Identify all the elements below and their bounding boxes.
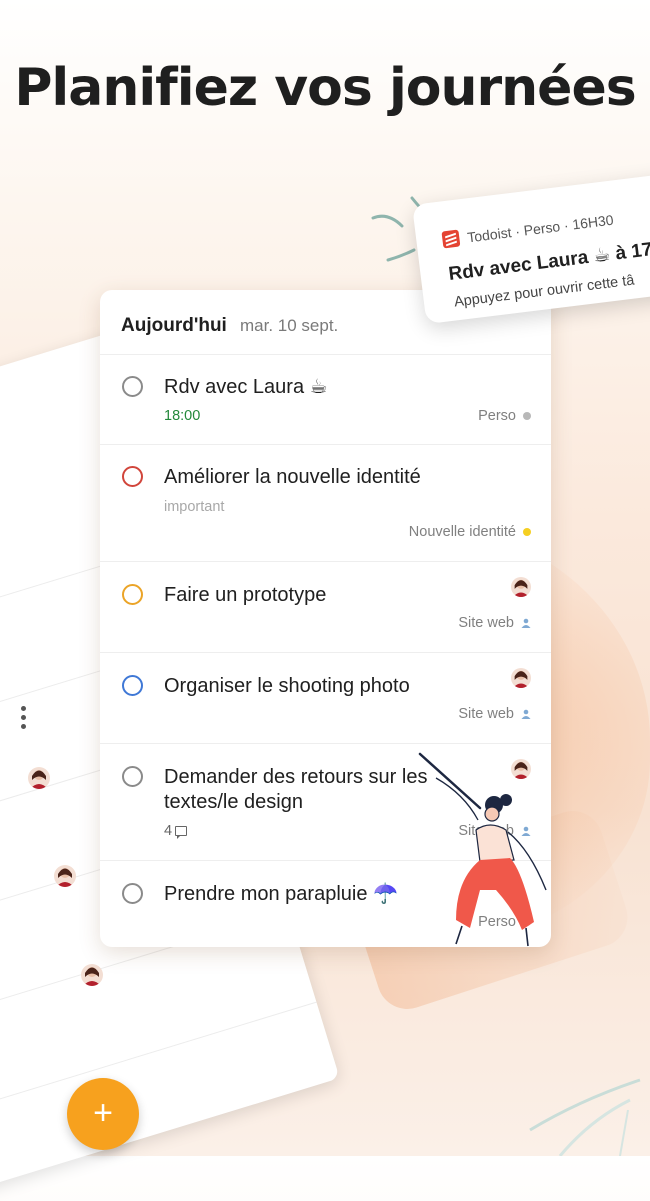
more-vertical-icon[interactable] bbox=[18, 706, 28, 732]
comment-icon bbox=[175, 826, 188, 839]
assignee-avatar bbox=[511, 577, 531, 597]
task-project: Site web bbox=[458, 706, 531, 722]
task-label: important bbox=[164, 499, 225, 515]
project-dot-icon bbox=[523, 412, 531, 420]
view-title: Aujourd'hui bbox=[121, 315, 227, 336]
task-title-continued: textes/le design bbox=[164, 791, 303, 813]
project-name: Perso bbox=[478, 408, 516, 424]
task-row[interactable]: Rdv avec Laura ☕ 18:00 Perso bbox=[100, 355, 551, 445]
task-title: Demander des retours sur les bbox=[164, 766, 428, 788]
task-title: Organiser le shooting photo bbox=[164, 675, 410, 697]
task-row[interactable]: Faire un prototype Site web bbox=[100, 562, 551, 653]
leaf-decoration bbox=[529, 1078, 641, 1156]
person-icon bbox=[521, 709, 531, 719]
task-row[interactable]: Organiser le shooting photo Site web bbox=[100, 653, 551, 744]
task-comments: 4 bbox=[164, 823, 188, 839]
project-name: Site web bbox=[458, 615, 514, 631]
task-title: Prendre mon parapluie ☂️ bbox=[164, 883, 398, 905]
add-task-button[interactable]: + bbox=[67, 1078, 139, 1150]
task-checkbox[interactable] bbox=[122, 584, 143, 605]
task-checkbox[interactable] bbox=[122, 883, 143, 904]
page-headline: Planifiez vos journées bbox=[14, 58, 636, 118]
task-project: Perso bbox=[478, 408, 531, 424]
project-dot-icon bbox=[523, 528, 531, 536]
assignee-avatar bbox=[511, 668, 531, 688]
task-project: Site web bbox=[458, 615, 531, 631]
project-name: Site web bbox=[458, 706, 514, 722]
woman-illustration bbox=[418, 752, 547, 947]
person-icon bbox=[521, 618, 531, 628]
task-title: Faire un prototype bbox=[164, 584, 327, 606]
task-project: Nouvelle identité bbox=[409, 524, 531, 540]
avatar bbox=[54, 865, 76, 887]
avatar bbox=[81, 964, 103, 986]
task-row[interactable]: Améliorer la nouvelle identité important… bbox=[100, 445, 551, 562]
task-due-time: 18:00 bbox=[164, 408, 201, 424]
view-date: mar. 10 sept. bbox=[240, 316, 339, 335]
task-checkbox[interactable] bbox=[122, 466, 143, 487]
todoist-logo-icon bbox=[441, 229, 461, 249]
task-title: Améliorer la nouvelle identité bbox=[164, 466, 421, 488]
avatar bbox=[28, 767, 50, 789]
comment-count: 4 bbox=[164, 823, 173, 839]
notification-app-name: Todoist · Perso · 16H30 bbox=[466, 211, 615, 245]
notification-app-row: Todoist · Perso · 16H30 bbox=[441, 211, 614, 249]
task-title: Rdv avec Laura ☕ bbox=[164, 376, 328, 398]
task-checkbox[interactable] bbox=[122, 675, 143, 696]
task-checkbox[interactable] bbox=[122, 766, 143, 787]
task-checkbox[interactable] bbox=[122, 376, 143, 397]
project-name: Nouvelle identité bbox=[408, 524, 516, 540]
